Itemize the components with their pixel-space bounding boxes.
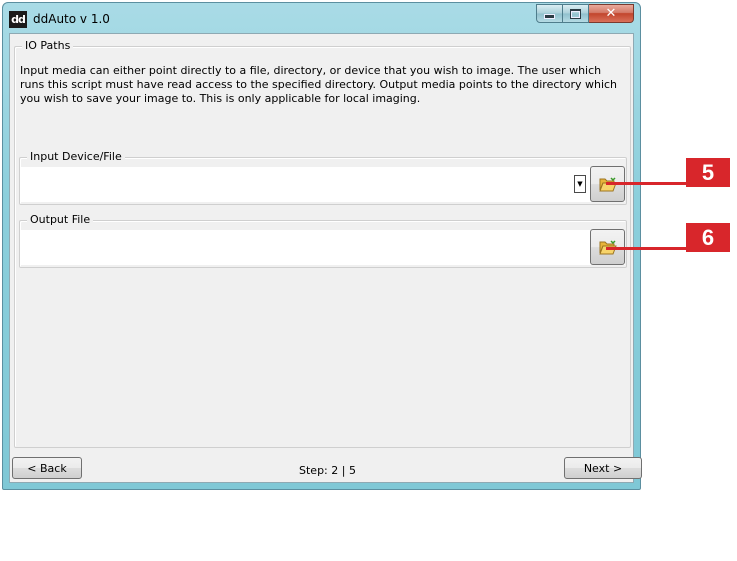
output-file-legend: Output File	[27, 213, 94, 226]
callout-5-line	[606, 182, 686, 185]
close-button[interactable]: ✕	[589, 4, 634, 23]
title-bar[interactable]: dd ddAuto v 1.0 ✕	[3, 3, 640, 33]
io-paths-description: Input media can either point directly to…	[20, 64, 618, 105]
step-indicator: Step: 2 | 5	[299, 464, 356, 477]
input-device-legend: Input Device/File	[27, 150, 125, 163]
input-device-dropdown-arrow[interactable]: ▼	[574, 175, 586, 193]
close-icon: ✕	[605, 6, 617, 21]
maximize-button[interactable]	[563, 4, 589, 23]
main-window: dd ddAuto v 1.0 ✕ IO Paths Input media c…	[2, 2, 642, 490]
output-file-group: Output File	[19, 213, 627, 268]
chevron-down-icon: ▼	[577, 180, 583, 188]
caption-buttons: ✕	[536, 4, 634, 24]
back-button[interactable]: < Back	[12, 457, 82, 479]
client-area: IO Paths Input media can either point di…	[9, 33, 634, 483]
next-button[interactable]: Next >	[564, 457, 642, 479]
wizard-footer: < Back Step: 2 | 5 Next >	[9, 451, 642, 483]
callout-6-badge: 6	[686, 223, 730, 252]
io-paths-legend: IO Paths	[22, 39, 74, 52]
callout-6-line	[606, 247, 686, 250]
window-title: ddAuto v 1.0	[33, 12, 110, 26]
maximize-icon	[570, 8, 581, 19]
callout-5-badge: 5	[686, 158, 730, 187]
input-device-field[interactable]	[21, 167, 625, 202]
input-device-group: Input Device/File ▼	[19, 150, 627, 205]
minimize-icon	[544, 14, 555, 19]
app-icon: dd	[9, 11, 27, 28]
io-paths-group: IO Paths Input media can either point di…	[14, 39, 631, 448]
minimize-button[interactable]	[536, 4, 563, 23]
output-file-field[interactable]	[21, 230, 625, 265]
